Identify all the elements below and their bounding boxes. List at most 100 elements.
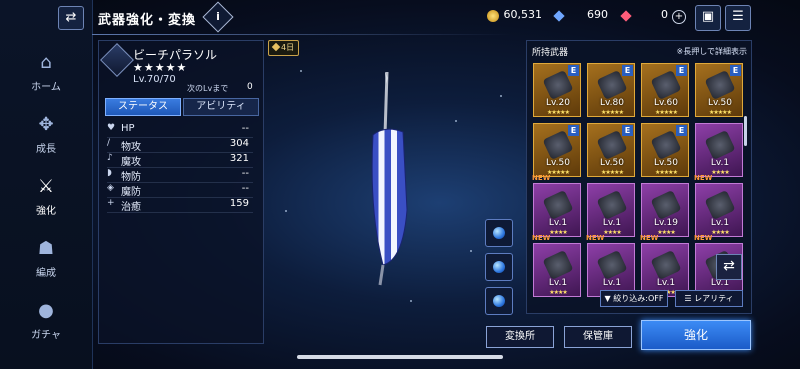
filter-button[interactable]: ▼ 絞り込み:OFF: [600, 290, 668, 307]
weapon-slot[interactable]: Lv.1 ★★★★: [587, 183, 635, 237]
stat-row-phys-def: ◗ 物防 --: [107, 168, 253, 183]
orb-icon: [493, 227, 505, 239]
nav-item-growth[interactable]: ✥ 成長: [0, 114, 92, 174]
sort-button[interactable]: ☰ レアリティ: [675, 290, 743, 307]
slot-level: Lv.1: [602, 278, 622, 288]
filter-label: 絞り込み:OFF: [613, 294, 664, 303]
slot-level: Lv.60: [654, 98, 678, 108]
weapon-thumbnail: [650, 189, 682, 221]
weapon-thumbnail: [542, 189, 574, 221]
equipped-badge: E: [568, 125, 579, 136]
new-badge: NEW: [532, 234, 551, 242]
weapon-slot[interactable]: Lv.1 ★★★★: [695, 123, 743, 177]
orb-button-3[interactable]: [485, 287, 513, 315]
next-level-label: 次のLvまで: [187, 84, 229, 93]
stat-value: 321: [229, 153, 249, 164]
page-title: 武器強化・変換: [98, 13, 197, 28]
info-button[interactable]: i: [202, 1, 234, 33]
weapon-thumbnail: [596, 189, 628, 221]
weapon-slot[interactable]: E Lv.20 ★★★★★: [533, 63, 581, 117]
orb-button-2[interactable]: [485, 253, 513, 281]
weapon-slot[interactable]: E Lv.50 ★★★★★: [587, 123, 635, 177]
next-level-value: 0: [247, 82, 253, 92]
tab-ability[interactable]: アビリティ: [183, 98, 259, 116]
weapon-thumbnail: [650, 249, 682, 281]
weapon-slot[interactable]: E Lv.60 ★★★★★: [641, 63, 689, 117]
weapon-slot[interactable]: NEWLv.1★★★★: [586, 234, 635, 297]
nav-item-party[interactable]: ☗ 編成: [0, 238, 92, 298]
slot-level: Lv.1: [710, 218, 730, 228]
info-icon: i: [216, 10, 220, 23]
back-button[interactable]: ⇄: [58, 6, 84, 30]
weapon-slot[interactable]: E Lv.50 ★★★★★: [533, 123, 581, 177]
plus-icon: +: [107, 198, 115, 208]
star: [300, 70, 302, 72]
days-remaining-badge: 4日: [268, 40, 300, 56]
weapon-thumbnail: [542, 249, 574, 281]
nav-item-gacha[interactable]: ● ガチャ: [0, 300, 92, 360]
equipped-badge: E: [730, 65, 741, 76]
stat-label: 魔攻: [121, 157, 141, 168]
new-badge: NEW: [586, 234, 605, 242]
slot-stars: ★★★★★: [601, 109, 624, 116]
stat-label: 物防: [121, 172, 141, 183]
weapon-slot[interactable]: NEWLv.1★★★★: [532, 234, 581, 297]
home-indicator[interactable]: [297, 355, 503, 359]
nav-label: 成長: [36, 144, 56, 155]
new-badge: NEW: [694, 174, 713, 182]
storage-button[interactable]: 保管庫: [564, 326, 632, 348]
bag-button[interactable]: ▣: [695, 5, 721, 31]
nav-item-home[interactable]: ⌂ ホーム: [0, 52, 92, 112]
nav-label: ガチャ: [31, 330, 61, 341]
equipped-badge: E: [622, 125, 633, 136]
stat-row-hp: ♥ HP --: [107, 123, 253, 138]
weapon-slot[interactable]: NEWLv.1★★★★: [640, 234, 689, 297]
equipped-badge: E: [676, 125, 687, 136]
swap-button[interactable]: ⇄: [716, 254, 742, 280]
menu-button[interactable]: ☰: [725, 5, 751, 31]
stat-row-mag-atk: ♪ 魔攻 321: [107, 153, 253, 168]
gold-amount: 60,531: [503, 8, 543, 21]
equipped-badge: E: [568, 65, 579, 76]
weapon-parasol-image: [371, 71, 408, 286]
slot-level: Lv.1: [710, 158, 730, 168]
weapon-slot[interactable]: Lv.19 ★★★★: [641, 183, 689, 237]
weapon-type-icon: [100, 43, 134, 77]
stat-row-phys-atk: / 物攻 304: [107, 138, 253, 153]
house-icon: ⌂: [40, 52, 52, 73]
new-badge: NEW: [532, 174, 551, 182]
exchange-button[interactable]: 変換所: [486, 326, 554, 348]
weapon-slot[interactable]: E Lv.80 ★★★★★: [587, 63, 635, 117]
weapon-slot[interactable]: NEWLv.1★★★★: [532, 174, 581, 237]
slot-stars: ★★★★★: [601, 169, 624, 176]
slot-level: Lv.50: [708, 98, 732, 108]
slot-level: Lv.50: [654, 158, 678, 168]
sort-label: レアリティ: [694, 294, 734, 303]
new-badge: NEW: [640, 234, 659, 242]
add-gem-icon[interactable]: +: [672, 10, 686, 24]
sword-icon: /: [107, 138, 111, 148]
new-badge: NEW: [694, 234, 713, 242]
sword-icon: ⚔: [37, 176, 55, 197]
nav-item-enhance[interactable]: ⚔ 強化: [0, 176, 92, 236]
weapon-thumbnail: [704, 189, 736, 221]
star: [410, 300, 412, 302]
weapon-slot[interactable]: NEWLv.1★★★★: [694, 174, 743, 237]
owned-weapons-hint: ※長押しで詳細表示: [676, 47, 747, 56]
scrollbar[interactable]: [744, 116, 747, 146]
stat-value: --: [241, 123, 249, 134]
enhance-button[interactable]: 強化: [641, 320, 751, 350]
orb-icon: [493, 295, 505, 307]
header-divider: [92, 34, 512, 35]
heart-icon: ♥: [107, 123, 116, 133]
slot-level: Lv.1: [548, 278, 568, 288]
weapon-slot[interactable]: E Lv.50 ★★★★★: [641, 123, 689, 177]
orb-button-1[interactable]: [485, 219, 513, 247]
stat-value: --: [241, 168, 249, 179]
weapon-info-panel: ビーチパラソル ★★★★★ Lv.70/70 次のLvまで 0 ステータス アビ…: [98, 40, 264, 344]
weapon-rarity-stars: ★★★★★: [133, 61, 188, 74]
weapon-slot[interactable]: E Lv.50 ★★★★★: [695, 63, 743, 117]
slot-level: Lv.50: [546, 158, 570, 168]
nav-label: 強化: [36, 206, 56, 217]
tab-status[interactable]: ステータス: [105, 98, 181, 116]
